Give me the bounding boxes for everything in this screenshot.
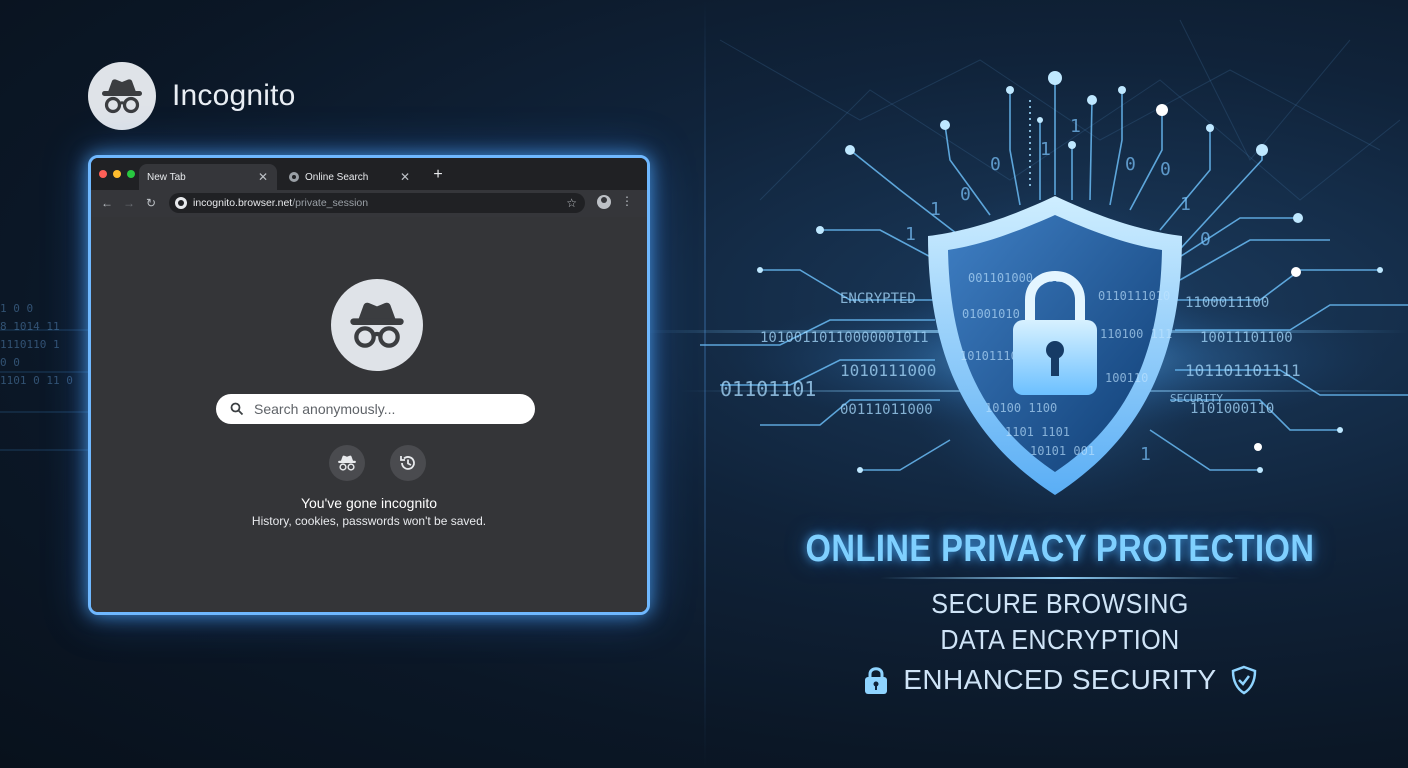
binary-line: 8 1014 11 (0, 320, 60, 333)
shield-bits: 1101 1101 (1005, 425, 1070, 439)
google-icon (289, 172, 299, 182)
maximize-window-button[interactable] (127, 170, 135, 178)
feature-data-encryption: DATA ENCRYPTION (940, 624, 1180, 655)
address-bar[interactable]: incognito.browser.net/private_session ☆ (169, 193, 585, 213)
shield-lock-icon: 001101000 101 0110111010 01001010 110100… (895, 180, 1215, 520)
binary-line: 1110110 1 (0, 338, 60, 351)
tab-label: New Tab (147, 171, 186, 183)
incognito-icon (331, 279, 423, 371)
brand-name: Incognito (172, 79, 296, 112)
shield-check-icon (1231, 665, 1256, 695)
history-shortcut-button[interactable] (390, 445, 426, 481)
circuit-bit: 1 (930, 199, 941, 220)
incognito-icon (338, 455, 356, 471)
browser-toolbar: ← → ↻ incognito.browser.net/private_sess… (91, 190, 647, 218)
shield-bits: 110100 111 (1100, 327, 1172, 341)
panel-divider (704, 0, 706, 768)
circuit-bit: 0 (1125, 154, 1136, 175)
shield-bits: 0110111010 (1098, 289, 1170, 303)
left-binary-decoration: 1 0 0 8 1014 11 1110110 1 0 0 1101 0 11 … (0, 300, 90, 390)
new-tab-button[interactable]: + (429, 166, 447, 184)
circuit-bit: 0 (1200, 229, 1211, 250)
close-tab-icon[interactable]: ✕ (397, 170, 413, 184)
promo-headline: ONLINE PRIVACY PROTECTION (805, 528, 1315, 570)
history-icon (400, 456, 415, 470)
circuit-bit: 0 (990, 154, 1001, 175)
circuit-bit: 1 (1070, 116, 1081, 137)
forward-icon[interactable]: → (121, 195, 137, 211)
shield-bits: 100110 (1105, 371, 1148, 385)
band-text: 01101101 (720, 377, 816, 401)
circuit-bit: 0 (1160, 159, 1171, 180)
shield-bits: 10101 001 (1030, 444, 1095, 458)
lock-icon (865, 667, 888, 694)
reload-icon[interactable]: ↻ (143, 195, 159, 211)
shield-bits: 10100 1100 (985, 401, 1057, 415)
minimize-window-button[interactable] (113, 170, 121, 178)
search-icon (230, 402, 244, 416)
close-tab-icon[interactable]: ✕ (255, 170, 271, 184)
window-controls (99, 170, 135, 178)
incognito-subtitle: History, cookies, passwords won't be sav… (251, 514, 487, 528)
feature-label: ENHANCED SECURITY (903, 664, 1217, 695)
feature-enhanced-security: ENHANCED SECURITY (860, 660, 1260, 700)
back-icon[interactable]: ← (99, 195, 115, 211)
url-host: incognito.browser.net (193, 197, 293, 209)
bookmark-star-icon[interactable]: ☆ (566, 196, 577, 210)
incognito-title: You've gone incognito (300, 495, 438, 511)
circuit-bit: 1 (905, 224, 916, 245)
binary-line: 0 0 (0, 356, 20, 369)
brand-header: Incognito (88, 62, 296, 130)
close-window-button[interactable] (99, 170, 107, 178)
binary-line: 1 0 0 (0, 302, 34, 315)
tab-online-search[interactable]: Online Search ✕ (281, 164, 419, 190)
headline-divider (880, 577, 1240, 579)
feature-secure-browsing: SECURE BROWSING (931, 588, 1189, 619)
profile-icon[interactable] (597, 195, 611, 209)
menu-icon[interactable]: ⋮ (621, 194, 633, 208)
search-input[interactable] (252, 400, 526, 418)
site-info-icon[interactable] (175, 197, 187, 209)
incognito-shortcut-button[interactable] (329, 445, 365, 481)
search-box[interactable] (216, 394, 535, 424)
shield-bits: 01001010 (962, 307, 1020, 321)
circuit-bit: 1 (1180, 194, 1191, 215)
circuit-bit: 0 (960, 184, 971, 205)
tab-strip: New Tab ✕ Online Search ✕ + (91, 158, 647, 190)
incognito-page: You've gone incognito History, cookies, … (91, 217, 647, 612)
tab-new-tab[interactable]: New Tab ✕ (139, 164, 277, 190)
tab-label: Online Search (305, 171, 369, 183)
binary-line: 1101 0 11 0 (0, 374, 73, 387)
circuit-bit: 1 (1040, 139, 1051, 160)
url-path: /private_session (292, 197, 369, 209)
incognito-icon (88, 62, 156, 130)
browser-window: New Tab ✕ Online Search ✕ + ← → ↻ incogn… (88, 155, 650, 615)
